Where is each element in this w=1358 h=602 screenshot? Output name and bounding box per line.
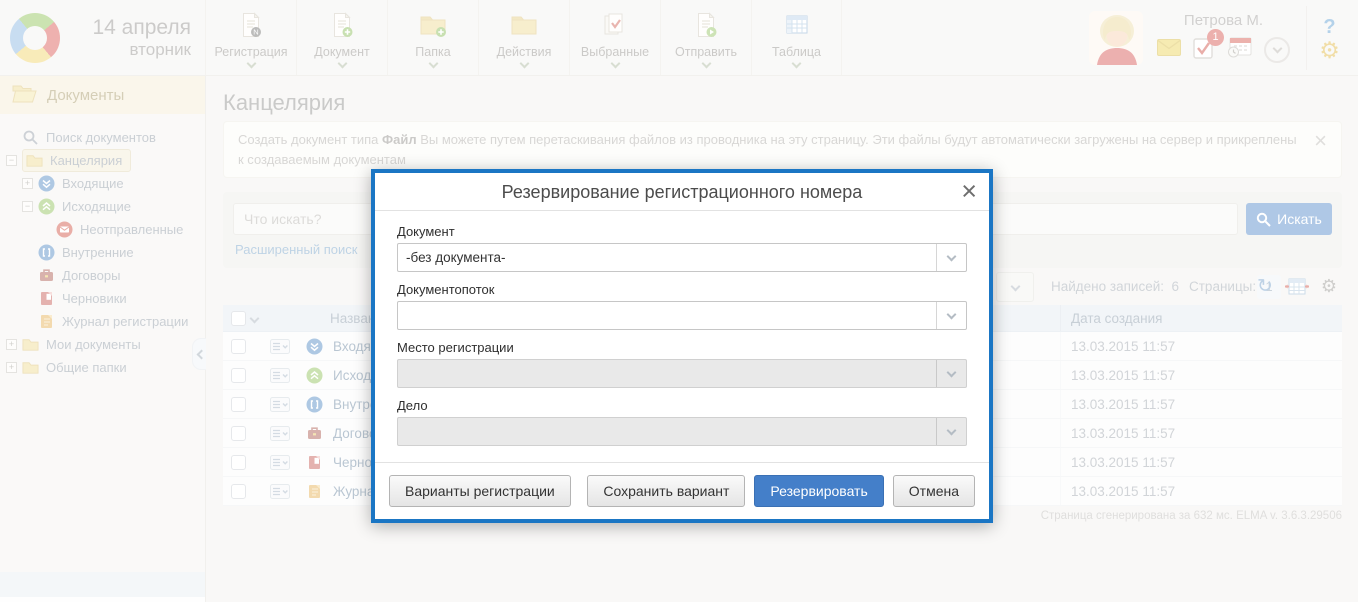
field-label: Документ bbox=[397, 224, 967, 239]
reserve-button[interactable]: Резервировать bbox=[754, 475, 883, 507]
modal-title: Резервирование регистрационного номера bbox=[375, 173, 989, 211]
document-select[interactable]: -без документа- bbox=[397, 243, 967, 272]
reservation-modal: Резервирование регистрационного номера ×… bbox=[371, 169, 993, 523]
field-case: Дело bbox=[397, 398, 967, 446]
select-value bbox=[398, 302, 936, 329]
chevron-down-icon bbox=[936, 360, 966, 387]
select-value bbox=[398, 418, 936, 445]
field-label: Место регистрации bbox=[397, 340, 967, 355]
field-document: Документ -без документа- bbox=[397, 224, 967, 272]
field-documentflow: Документопоток bbox=[397, 282, 967, 330]
chevron-down-icon bbox=[936, 418, 966, 445]
registration-place-select bbox=[397, 359, 967, 388]
registration-variants-button[interactable]: Варианты регистрации bbox=[389, 475, 571, 507]
modal-close-icon[interactable]: × bbox=[961, 173, 977, 209]
field-label: Дело bbox=[397, 398, 967, 413]
modal-footer: Варианты регистрации Сохранить вариант Р… bbox=[375, 462, 989, 519]
case-select bbox=[397, 417, 967, 446]
select-value bbox=[398, 360, 936, 387]
select-value: -без документа- bbox=[398, 244, 936, 271]
chevron-down-icon[interactable] bbox=[936, 302, 966, 329]
modal-body: Документ -без документа- Документопоток … bbox=[375, 211, 989, 462]
field-registration-place: Место регистрации bbox=[397, 340, 967, 388]
field-label: Документопоток bbox=[397, 282, 967, 297]
save-variant-button[interactable]: Сохранить вариант bbox=[587, 475, 745, 507]
documentflow-select[interactable] bbox=[397, 301, 967, 330]
cancel-button[interactable]: Отмена bbox=[893, 475, 975, 507]
chevron-down-icon[interactable] bbox=[936, 244, 966, 271]
